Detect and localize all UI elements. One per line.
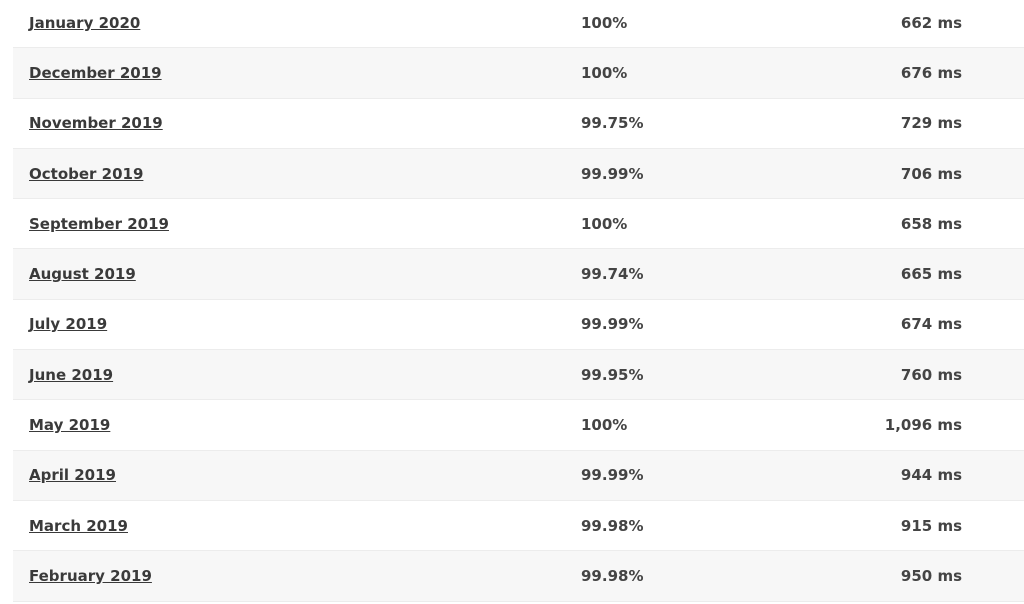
response-time-value: 760 ms: [900, 365, 962, 384]
response-time-value: 658 ms: [900, 214, 962, 233]
response-time-value: 950 ms: [900, 566, 962, 585]
table-row: October 2019 99.99% 706 ms: [13, 148, 1024, 200]
month-link[interactable]: July 2019: [29, 315, 107, 333]
uptime-value: 99.74%: [581, 265, 644, 284]
monthly-uptime-table: January 2020 100% 662 ms December 2019 10…: [13, 0, 1024, 602]
table-row: April 2019 99.99% 944 ms: [13, 450, 1024, 501]
month-link[interactable]: November 2019: [29, 114, 163, 132]
uptime-value: 100%: [581, 13, 628, 32]
table-row: May 2019 100% 1,096 ms: [13, 400, 1024, 451]
month-link[interactable]: August 2019: [29, 265, 136, 283]
response-time-value: 1,096 ms: [884, 416, 962, 435]
uptime-value: 99.99%: [581, 315, 644, 334]
uptime-value: 100%: [581, 416, 628, 435]
response-time-value: 706 ms: [900, 164, 962, 183]
response-time-value: 944 ms: [900, 466, 962, 485]
response-time-value: 915 ms: [900, 516, 962, 535]
table-row: July 2019 99.99% 674 ms: [13, 300, 1024, 351]
table-row: February 2019 99.98% 950 ms: [13, 551, 1024, 602]
month-link[interactable]: October 2019: [29, 165, 143, 183]
table-row: December 2019 100% 676 ms: [13, 48, 1024, 99]
uptime-value: 100%: [581, 63, 628, 82]
month-link[interactable]: June 2019: [29, 366, 113, 384]
table-row: August 2019 99.74% 665 ms: [13, 249, 1024, 300]
response-time-value: 662 ms: [900, 13, 962, 32]
month-link[interactable]: April 2019: [29, 466, 116, 484]
uptime-value: 99.99%: [581, 164, 644, 183]
response-time-value: 674 ms: [900, 315, 962, 334]
month-link[interactable]: March 2019: [29, 517, 128, 535]
month-link[interactable]: May 2019: [29, 416, 110, 434]
response-time-value: 729 ms: [900, 114, 962, 133]
uptime-value: 99.98%: [581, 516, 644, 535]
uptime-value: 99.98%: [581, 566, 644, 585]
table-row: November 2019 99.75% 729 ms: [13, 99, 1024, 149]
month-link[interactable]: February 2019: [29, 567, 152, 585]
table-row: June 2019 99.95% 760 ms: [13, 350, 1024, 401]
uptime-value: 100%: [581, 214, 628, 233]
table-row: January 2020 100% 662 ms: [13, 0, 1024, 49]
response-time-value: 665 ms: [900, 265, 962, 284]
table-row: March 2019 99.98% 915 ms: [13, 501, 1024, 552]
month-link[interactable]: January 2020: [29, 14, 140, 32]
uptime-value: 99.95%: [581, 365, 644, 384]
response-time-value: 676 ms: [900, 63, 962, 82]
uptime-value: 99.75%: [581, 114, 644, 133]
uptime-value: 99.99%: [581, 466, 644, 485]
month-link[interactable]: September 2019: [29, 215, 169, 233]
table-row: September 2019 100% 658 ms: [13, 199, 1024, 250]
month-link[interactable]: December 2019: [29, 64, 162, 82]
